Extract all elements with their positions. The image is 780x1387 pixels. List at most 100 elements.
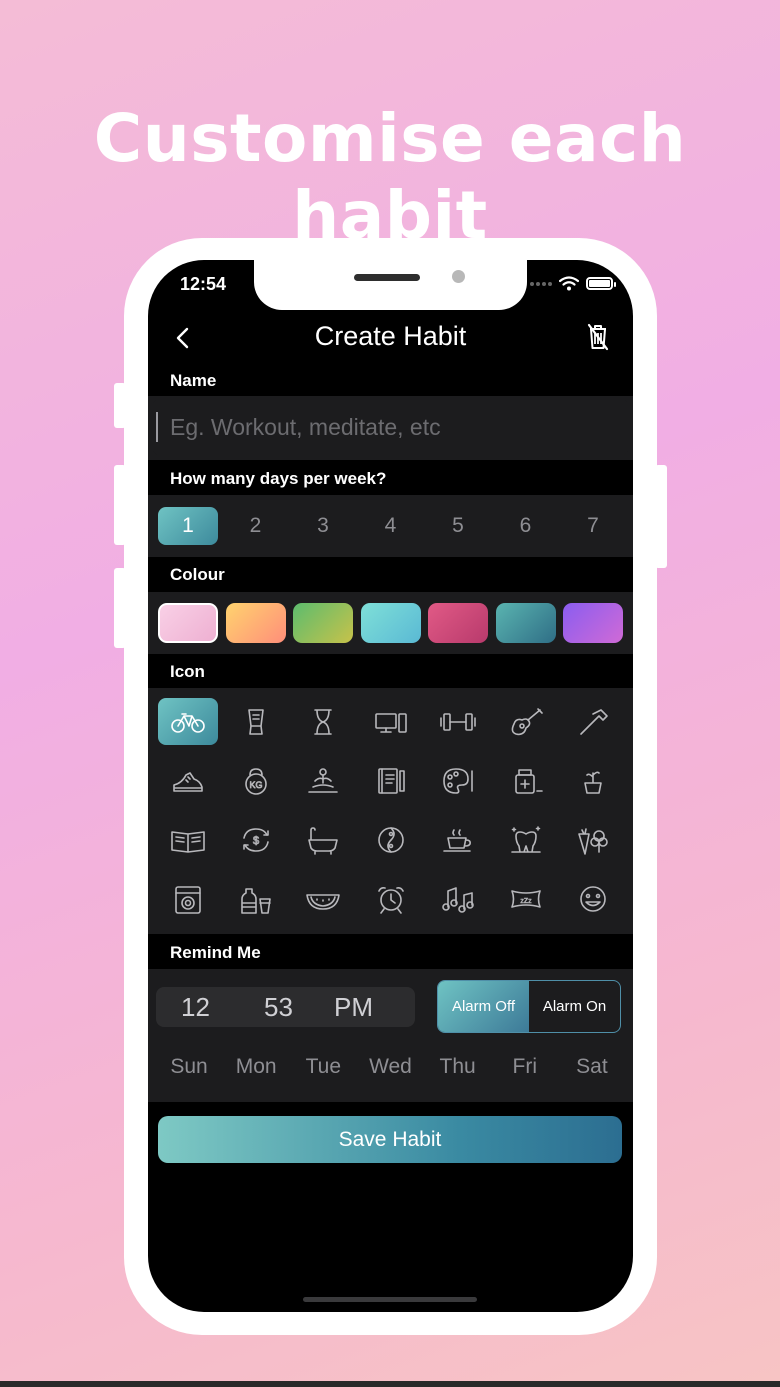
days-selector: 1234567 [148,495,633,557]
alarm-on-segment[interactable]: Alarm On [529,981,620,1032]
remind-card: 12 53 PM Alarm Off Alarm On Sun Mon Tue Wed… [148,969,633,1102]
guitar-icon-option[interactable] [496,698,556,745]
colour-swatch[interactable] [428,603,488,643]
colour-label: Colour [170,565,225,584]
colour-selector [148,592,633,654]
speaker [354,274,420,281]
svg-text:KG: KG [249,780,262,790]
wifi-icon [559,276,579,291]
weekday-option[interactable]: Thu [427,1055,489,1079]
delete-trash-icon[interactable] [581,319,615,353]
mute-switch [114,383,126,428]
status-icons [530,276,616,291]
weekday-option[interactable]: Wed [359,1055,421,1079]
bicycle-icon-option[interactable] [158,698,218,745]
bottles-icon-option[interactable] [226,875,286,922]
hourglass-icon [314,708,332,735]
weekday-selector: Sun Mon Tue Wed Thu Fri Sat [158,1055,623,1079]
money-cycle-icon-option[interactable]: $ [226,816,286,863]
blender-icon-option[interactable] [226,698,286,745]
day-option[interactable]: 1 [158,507,218,545]
hammer-icon-option[interactable] [563,698,623,745]
notebook-icon [377,767,405,794]
days-label: How many days per week? [170,469,387,488]
alarm-off-segment[interactable]: Alarm Off [438,981,529,1032]
colour-swatch[interactable] [225,603,286,643]
hammer-icon [580,708,608,735]
palette-icon-option[interactable] [428,757,488,804]
notebook-icon-option[interactable] [361,757,421,804]
days-card: 1234567 [148,495,633,557]
phone-screen: 12:54 Create Habit Name How many days pe… [148,260,633,1312]
day-option[interactable]: 6 [496,507,556,545]
weekday-option[interactable]: Fri [494,1055,556,1079]
icon-grid: KG $ zZz [148,688,633,922]
kettlebell-icon-option[interactable]: KG [226,757,286,804]
music-icon-option[interactable] [428,875,488,922]
colour-swatch[interactable] [158,603,218,643]
pillow-icon-option[interactable]: zZz [496,875,556,922]
weekday-option[interactable]: Tue [292,1055,354,1079]
sneaker-icon-option[interactable] [158,757,218,804]
medicine-icon-option[interactable] [496,757,556,804]
vegetables-icon-option[interactable] [563,816,623,863]
page-title: Create Habit [314,321,467,351]
computer-icon [374,712,407,733]
yin-yang-icon-option[interactable] [361,816,421,863]
book-icon-option[interactable] [158,816,218,863]
bathtub-icon-option[interactable] [293,816,353,863]
weekday-option[interactable]: Mon [225,1055,287,1079]
book-icon [171,830,205,853]
smiley-icon [580,885,606,912]
tooth-icon-option[interactable] [496,816,556,863]
colour-swatch[interactable] [360,603,421,643]
status-time: 12:54 [180,274,227,294]
meditation-icon-option[interactable] [293,757,353,804]
icon-label: Icon [170,662,205,681]
day-option[interactable]: 4 [361,507,421,545]
weekday-option[interactable]: Sun [158,1055,220,1079]
nav-bar: Create Habit [148,315,633,359]
money-cycle-icon: $ [242,827,269,852]
colour-swatch[interactable] [495,603,556,643]
dumbbell-icon-option[interactable] [428,698,488,745]
hour-value[interactable]: 12 [181,992,210,1023]
meditation-icon [308,767,338,793]
computer-icon-option[interactable] [361,698,421,745]
day-option[interactable]: 5 [428,507,488,545]
save-habit-button[interactable]: Save Habit [158,1116,622,1163]
battery-icon [586,277,616,290]
time-picker[interactable]: 12 53 PM [156,987,415,1027]
kettlebell-icon: KG [244,767,267,795]
day-option[interactable]: 3 [293,507,353,545]
tea-icon-option[interactable] [428,816,488,863]
colour-swatch[interactable] [293,603,353,643]
habit-name-input[interactable] [152,398,629,456]
plant-icon-option[interactable] [563,757,623,804]
plant-icon [584,771,602,794]
period-value[interactable]: PM [334,992,373,1023]
medicine-icon [514,768,543,794]
alarm-clock-icon-option[interactable] [361,875,421,922]
tea-icon [443,828,471,852]
blender-icon [247,708,264,735]
weekday-option[interactable]: Sat [561,1055,623,1079]
name-card [148,396,633,460]
colour-swatch[interactable] [563,603,623,643]
minute-value[interactable]: 53 [264,992,293,1023]
washing-machine-icon-option[interactable] [158,875,218,922]
bicycle-icon [171,712,205,733]
pillow-icon: zZz [510,889,541,908]
hourglass-icon-option[interactable] [293,698,353,745]
day-option[interactable]: 2 [226,507,286,545]
vegetables-icon [578,827,608,855]
yin-yang-icon [377,826,404,853]
palette-icon [443,767,473,794]
tooth-icon [510,825,541,853]
day-option[interactable]: 7 [563,507,623,545]
bottles-icon [240,887,271,914]
icon-card: KG $ zZz [148,688,633,934]
bathtub-icon [308,826,338,855]
smiley-icon-option[interactable] [563,875,623,922]
watermelon-icon-option[interactable] [293,875,353,922]
